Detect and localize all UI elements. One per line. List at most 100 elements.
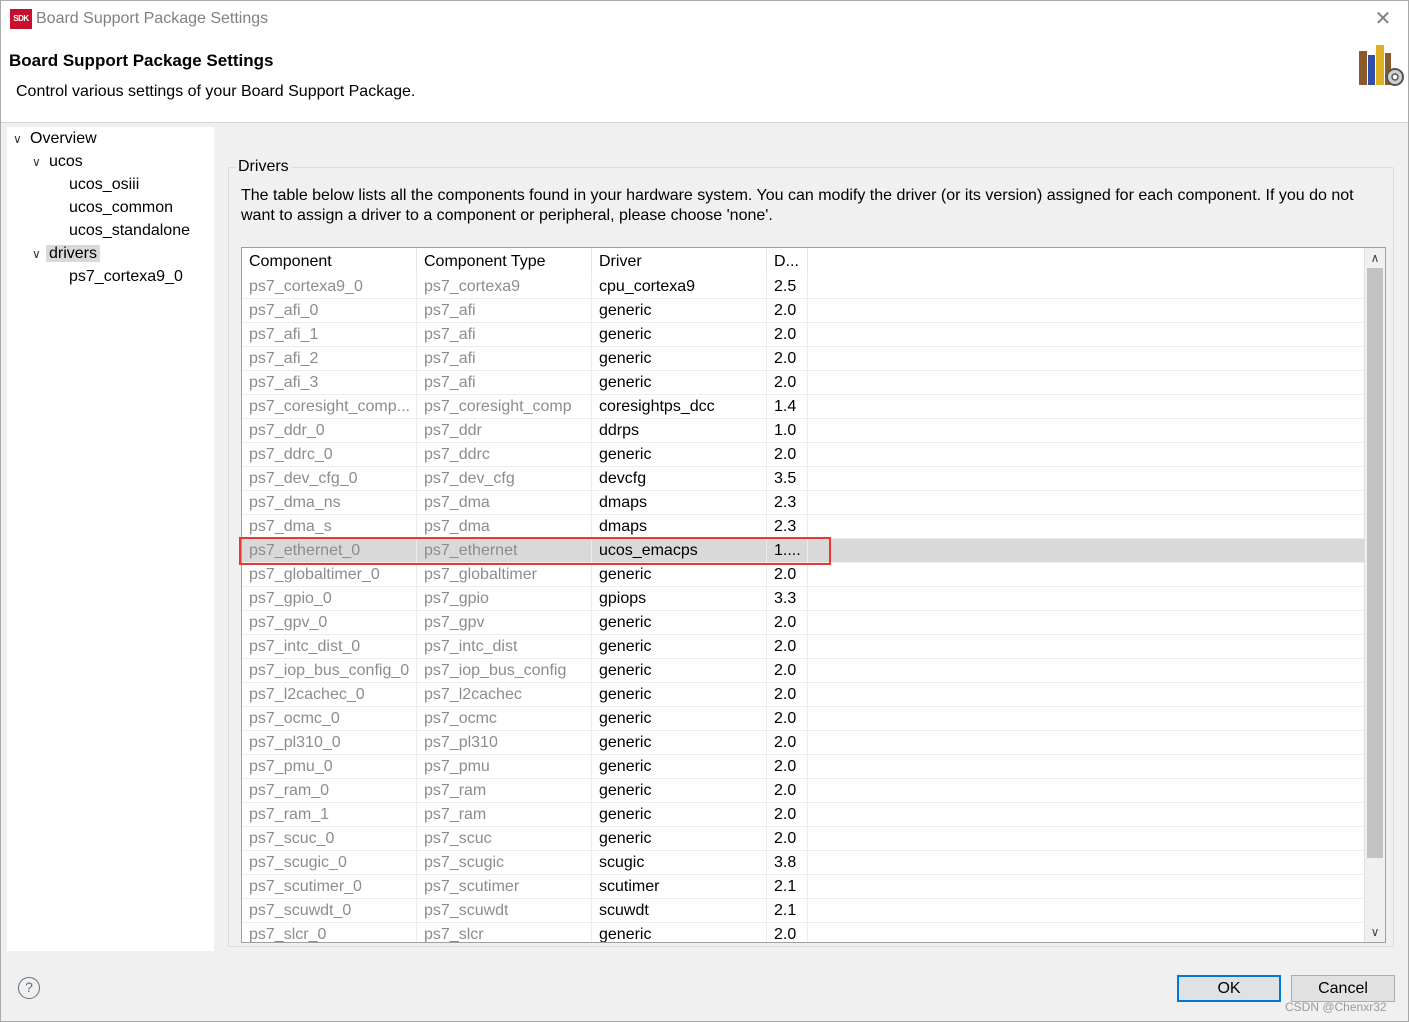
table-row[interactable]: ps7_afi_1 ps7_afi generic 2.0: [242, 323, 1364, 347]
table-row[interactable]: ps7_slcr_0 ps7_slcr generic 2.0: [242, 923, 1364, 942]
cell-driver-version[interactable]: 2.0: [767, 779, 808, 803]
tree-item-ucos-common[interactable]: ucos_common: [66, 196, 176, 219]
cell-driver-version[interactable]: 2.0: [767, 707, 808, 731]
cell-driver-version[interactable]: 2.5: [767, 275, 808, 299]
table-row[interactable]: ps7_globaltimer_0 ps7_globaltimer generic 2…: [242, 563, 1364, 587]
cell-driver-version[interactable]: 2.0: [767, 299, 808, 323]
tree-item-ucos[interactable]: ∨ ucos: [32, 150, 86, 173]
table-row[interactable]: ps7_pmu_0 ps7_pmu generic 2.0: [242, 755, 1364, 779]
column-header-component[interactable]: Component: [242, 248, 417, 275]
cell-driver[interactable]: gpiops: [592, 587, 767, 611]
table-row[interactable]: ps7_ethernet_0 ps7_ethernet ucos_emacps 1..…: [242, 539, 1364, 563]
cell-driver[interactable]: scugic: [592, 851, 767, 875]
cell-driver-version[interactable]: 2.0: [767, 827, 808, 851]
cell-driver[interactable]: generic: [592, 299, 767, 323]
table-row[interactable]: ps7_dma_s ps7_dma dmaps 2.3: [242, 515, 1364, 539]
cell-driver[interactable]: generic: [592, 323, 767, 347]
ok-button[interactable]: OK: [1177, 975, 1281, 1002]
cell-driver[interactable]: scuwdt: [592, 899, 767, 923]
table-row[interactable]: ps7_ddrc_0 ps7_ddrc generic 2.0: [242, 443, 1364, 467]
cell-driver[interactable]: generic: [592, 443, 767, 467]
chevron-down-icon[interactable]: ∨: [32, 151, 46, 174]
chevron-down-icon[interactable]: ∨: [32, 243, 46, 266]
tree-item-ucos-osiii[interactable]: ucos_osiii: [66, 173, 142, 196]
table-row[interactable]: ps7_dev_cfg_0 ps7_dev_cfg devcfg 3.5: [242, 467, 1364, 491]
cell-driver[interactable]: generic: [592, 563, 767, 587]
cell-driver[interactable]: cpu_cortexa9: [592, 275, 767, 299]
cell-driver[interactable]: generic: [592, 611, 767, 635]
scrollbar-thumb[interactable]: [1367, 268, 1383, 858]
table-row[interactable]: ps7_ddr_0 ps7_ddr ddrps 1.0: [242, 419, 1364, 443]
column-header-driver-version[interactable]: D...: [767, 248, 808, 275]
cell-driver-version[interactable]: 2.0: [767, 443, 808, 467]
cell-driver-version[interactable]: 1.0: [767, 419, 808, 443]
table-row[interactable]: ps7_intc_dist_0 ps7_intc_dist generic 2.0: [242, 635, 1364, 659]
cell-driver-version[interactable]: 1....: [767, 539, 808, 563]
cell-driver[interactable]: generic: [592, 779, 767, 803]
cell-driver[interactable]: scutimer: [592, 875, 767, 899]
cell-driver-version[interactable]: 2.0: [767, 923, 808, 942]
cell-driver[interactable]: generic: [592, 707, 767, 731]
cell-driver-version[interactable]: 2.1: [767, 875, 808, 899]
scroll-up-icon[interactable]: ∧: [1365, 248, 1385, 268]
table-row[interactable]: ps7_iop_bus_config_0 ps7_iop_bus_config ge…: [242, 659, 1364, 683]
column-header-driver[interactable]: Driver: [592, 248, 767, 275]
cell-driver-version[interactable]: 2.0: [767, 323, 808, 347]
table-row[interactable]: ps7_coresight_comp... ps7_coresight_comp c…: [242, 395, 1364, 419]
cell-driver[interactable]: dmaps: [592, 515, 767, 539]
tree-item-overview[interactable]: ∨ Overview: [13, 127, 100, 150]
cell-driver-version[interactable]: 2.0: [767, 635, 808, 659]
cell-driver[interactable]: devcfg: [592, 467, 767, 491]
cell-driver-version[interactable]: 2.0: [767, 371, 808, 395]
scroll-down-icon[interactable]: ∨: [1365, 922, 1385, 942]
table-row[interactable]: ps7_afi_3 ps7_afi generic 2.0: [242, 371, 1364, 395]
cell-driver-version[interactable]: 2.0: [767, 659, 808, 683]
cell-driver[interactable]: generic: [592, 347, 767, 371]
cell-driver-version[interactable]: 3.3: [767, 587, 808, 611]
cell-driver-version[interactable]: 2.0: [767, 755, 808, 779]
help-icon[interactable]: ?: [18, 977, 40, 999]
table-row[interactable]: ps7_scugic_0 ps7_scugic scugic 3.8: [242, 851, 1364, 875]
cell-driver-version[interactable]: 1.4: [767, 395, 808, 419]
table-row[interactable]: ps7_l2cachec_0 ps7_l2cachec generic 2.0: [242, 683, 1364, 707]
table-row[interactable]: ps7_scuc_0 ps7_scuc generic 2.0: [242, 827, 1364, 851]
chevron-down-icon[interactable]: ∨: [13, 128, 27, 151]
tree-item-drivers[interactable]: ∨ drivers: [32, 242, 101, 266]
cell-driver[interactable]: generic: [592, 659, 767, 683]
cell-driver[interactable]: generic: [592, 923, 767, 942]
close-button[interactable]: ✕: [1371, 7, 1395, 31]
tree-item-ucos-standalone[interactable]: ucos_standalone: [66, 219, 193, 242]
cell-driver[interactable]: generic: [592, 827, 767, 851]
table-row[interactable]: ps7_afi_0 ps7_afi generic 2.0: [242, 299, 1364, 323]
cell-driver[interactable]: dmaps: [592, 491, 767, 515]
table-row[interactable]: ps7_gpv_0 ps7_gpv generic 2.0: [242, 611, 1364, 635]
cell-driver[interactable]: ucos_emacps: [592, 539, 767, 563]
cell-driver[interactable]: generic: [592, 731, 767, 755]
table-row[interactable]: ps7_scuwdt_0 ps7_scuwdt scuwdt 2.1: [242, 899, 1364, 923]
table-row[interactable]: ps7_pl310_0 ps7_pl310 generic 2.0: [242, 731, 1364, 755]
tree-item-ps7-cortexa9[interactable]: ps7_cortexa9_0: [66, 265, 186, 288]
table-row[interactable]: ps7_ram_0 ps7_ram generic 2.0: [242, 779, 1364, 803]
table-row[interactable]: ps7_afi_2 ps7_afi generic 2.0: [242, 347, 1364, 371]
cell-driver[interactable]: generic: [592, 803, 767, 827]
cell-driver[interactable]: ddrps: [592, 419, 767, 443]
table-row[interactable]: ps7_ocmc_0 ps7_ocmc generic 2.0: [242, 707, 1364, 731]
cell-driver-version[interactable]: 2.3: [767, 491, 808, 515]
cell-driver-version[interactable]: 3.5: [767, 467, 808, 491]
table-row[interactable]: ps7_ram_1 ps7_ram generic 2.0: [242, 803, 1364, 827]
cell-driver[interactable]: coresightps_dcc: [592, 395, 767, 419]
cell-driver-version[interactable]: 2.3: [767, 515, 808, 539]
cell-driver-version[interactable]: 2.0: [767, 803, 808, 827]
column-header-component-type[interactable]: Component Type: [417, 248, 592, 275]
cell-driver[interactable]: generic: [592, 755, 767, 779]
cell-driver[interactable]: generic: [592, 635, 767, 659]
cell-driver-version[interactable]: 2.1: [767, 899, 808, 923]
cell-driver-version[interactable]: 2.0: [767, 563, 808, 587]
table-row[interactable]: ps7_cortexa9_0 ps7_cortexa9 cpu_cortexa9 2.…: [242, 275, 1364, 299]
cancel-button[interactable]: Cancel: [1291, 975, 1395, 1002]
cell-driver-version[interactable]: 2.0: [767, 731, 808, 755]
cell-driver-version[interactable]: 2.0: [767, 611, 808, 635]
table-scrollbar[interactable]: ∧ ∨: [1364, 248, 1385, 942]
cell-driver-version[interactable]: 2.0: [767, 347, 808, 371]
table-row[interactable]: ps7_dma_ns ps7_dma dmaps 2.3: [242, 491, 1364, 515]
